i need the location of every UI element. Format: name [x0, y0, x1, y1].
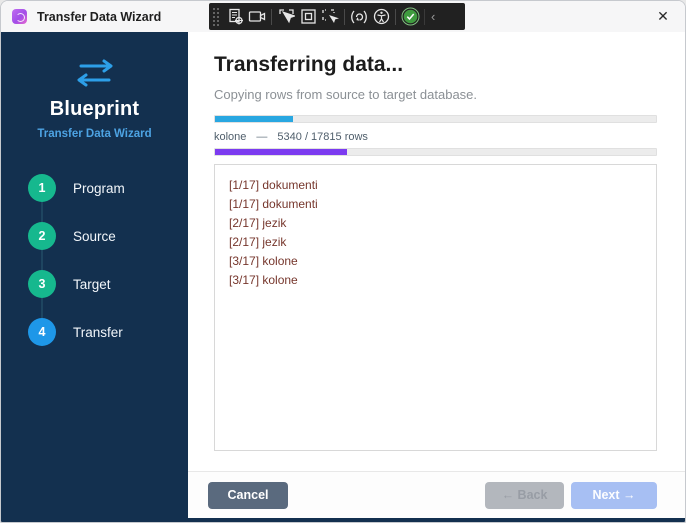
step-number-badge: 4: [28, 318, 56, 346]
content-area: Transferring data... Copying rows from s…: [188, 32, 685, 471]
window-bottom-edge: [1, 518, 685, 522]
table-progress-label: kolone — 5340 / 17815 rows: [214, 131, 657, 143]
app-icon: [12, 9, 27, 24]
window-body: Blueprint Transfer Data Wizard 1 Program 2…: [1, 32, 685, 518]
page-title: Transferring data...: [214, 53, 404, 76]
titlebar: Transfer Data Wizard ‹ ✕: [1, 1, 685, 32]
transfer-log[interactable]: [1/17] dokumenti [1/17] dokumenti [2/17] j…: [214, 164, 657, 451]
log-entry: [1/17] dokumenti: [229, 178, 318, 192]
table-name: kolone: [214, 131, 247, 143]
stepper: 1 Program 2 Source 3 Target 4 Transfer: [1, 174, 188, 346]
toolbar-drag-handle[interactable]: [212, 7, 220, 26]
step-connector: [41, 298, 43, 318]
step-program: 1 Program: [28, 174, 188, 202]
close-button[interactable]: ✕: [641, 1, 685, 32]
step-label: Source: [73, 228, 116, 244]
step-label: Transfer: [73, 324, 123, 340]
capture-toolbar[interactable]: ‹: [209, 3, 465, 30]
toolbar-separator: [395, 8, 396, 25]
next-button[interactable]: Next →: [571, 481, 657, 509]
log-entry: [3/17] kolone: [229, 254, 298, 268]
table-progress-fill: [215, 149, 348, 155]
accessibility-icon[interactable]: [370, 6, 392, 28]
sidebar: Blueprint Transfer Data Wizard 1 Program 2…: [1, 32, 188, 518]
sync-icon[interactable]: [348, 6, 370, 28]
overall-progress-bar: [214, 115, 657, 123]
app-window: Transfer Data Wizard ‹ ✕ Blueprint Trans…: [0, 0, 686, 523]
log-entry: [2/17] jezik: [229, 216, 287, 230]
step-label: Target: [73, 276, 111, 292]
log-entry: [2/17] jezik: [229, 235, 287, 249]
table-progress-bar: [214, 148, 657, 156]
cursor-capture-icon[interactable]: [319, 6, 341, 28]
back-button[interactable]: ← Back: [485, 481, 564, 509]
log-entry: [1/17] dokumenti: [229, 197, 318, 211]
annotate-script-icon[interactable]: [224, 6, 246, 28]
row-counts: 5340 / 17815 rows: [277, 131, 368, 143]
region-select-icon[interactable]: [297, 6, 319, 28]
brand-subtitle: Transfer Data Wizard: [37, 128, 152, 140]
toolbar-separator: [344, 8, 345, 25]
step-transfer: 4 Transfer: [28, 318, 188, 346]
page-subtitle: Copying rows from source to target datab…: [214, 87, 478, 102]
step-connector: [41, 250, 43, 270]
cancel-button[interactable]: Cancel: [208, 481, 288, 509]
label-dash: —: [256, 131, 268, 143]
step-connector: [41, 202, 43, 222]
status-check-icon[interactable]: [399, 6, 421, 28]
collapse-toolbar-icon[interactable]: ‹: [428, 6, 438, 28]
brand-name: Blueprint: [49, 98, 140, 120]
step-number-badge: 1: [28, 174, 56, 202]
step-number-badge: 3: [28, 270, 56, 298]
overall-progress-fill: [215, 116, 293, 122]
log-entry: [3/17] kolone: [229, 273, 298, 287]
window-title: Transfer Data Wizard: [37, 9, 162, 24]
step-source: 2 Source: [28, 222, 188, 250]
toolbar-separator: [424, 8, 425, 25]
footer: Cancel ← Back Next →: [188, 471, 685, 518]
step-target: 3 Target: [28, 270, 188, 298]
transfer-arrows-icon: [74, 59, 116, 87]
main-panel: Transferring data... Copying rows from s…: [188, 32, 685, 518]
step-label: Program: [73, 180, 125, 196]
step-number-badge: 2: [28, 222, 56, 250]
toolbar-separator: [271, 8, 272, 25]
camera-icon[interactable]: [246, 6, 268, 28]
cursor-select-icon[interactable]: [275, 6, 297, 28]
